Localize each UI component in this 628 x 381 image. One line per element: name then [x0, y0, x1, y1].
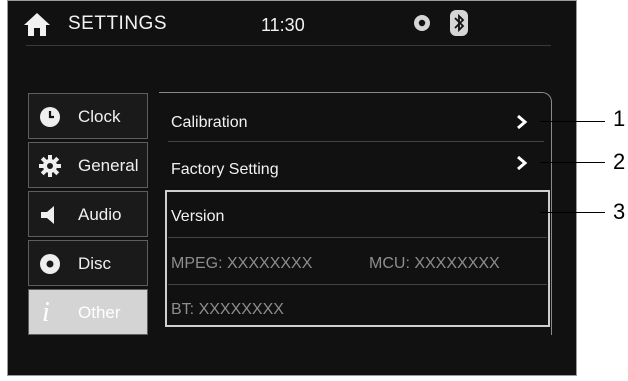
chevron-right-icon[interactable]: [516, 115, 528, 129]
chevron-right-icon[interactable]: [516, 156, 528, 170]
callout-label-2: 2: [613, 149, 626, 174]
sidebar-item-label: Clock: [78, 107, 121, 126]
mpeg-version: MPEG: XXXXXXXX: [171, 255, 313, 272]
bt-version: BT: XXXXXXXX: [171, 301, 284, 318]
callout-line-3: [540, 212, 605, 213]
gear-icon: [39, 155, 61, 177]
sidebar-item-other[interactable]: i Other: [28, 289, 148, 335]
status-bar: SETTINGS 11:30: [8, 1, 576, 46]
sidebar-item-label: Disc: [78, 254, 112, 273]
sidebar-item-label: Audio: [78, 205, 122, 224]
bluetooth-icon: [450, 10, 468, 36]
sidebar-item-audio[interactable]: Audio: [28, 191, 148, 237]
speaker-icon: [41, 206, 54, 224]
info-icon: i: [42, 297, 50, 328]
callout-line-1: [540, 121, 605, 122]
sidebar-item-clock[interactable]: Clock: [28, 93, 148, 139]
version-title: Version: [171, 208, 225, 225]
sidebar-item-general[interactable]: General: [28, 142, 148, 188]
disc-icon: [414, 15, 430, 31]
factory-setting-row[interactable]: Factory Setting: [171, 161, 279, 179]
callout-label-3: 3: [613, 199, 626, 224]
sidebar-item-disc[interactable]: Disc: [28, 240, 148, 286]
row-divider: [168, 237, 547, 238]
clock-time: 11:30: [261, 15, 305, 35]
calibration-row[interactable]: Calibration: [171, 114, 247, 132]
disc-icon: [40, 254, 60, 274]
header-divider: [26, 45, 551, 46]
row-divider: [168, 141, 544, 142]
row-divider: [168, 284, 547, 285]
callout-label-1: 1: [613, 106, 626, 131]
settings-screen: SETTINGS 11:30 Clock General Audio Disc …: [7, 0, 577, 376]
clock-icon: [40, 107, 60, 127]
home-icon[interactable]: [23, 11, 51, 37]
callout-line-2: [540, 162, 605, 163]
mcu-version: MCU: XXXXXXXX: [369, 255, 500, 272]
sidebar-item-label: General: [78, 156, 139, 175]
sidebar-item-label: Other: [78, 303, 121, 322]
page-title: SETTINGS: [68, 13, 168, 34]
